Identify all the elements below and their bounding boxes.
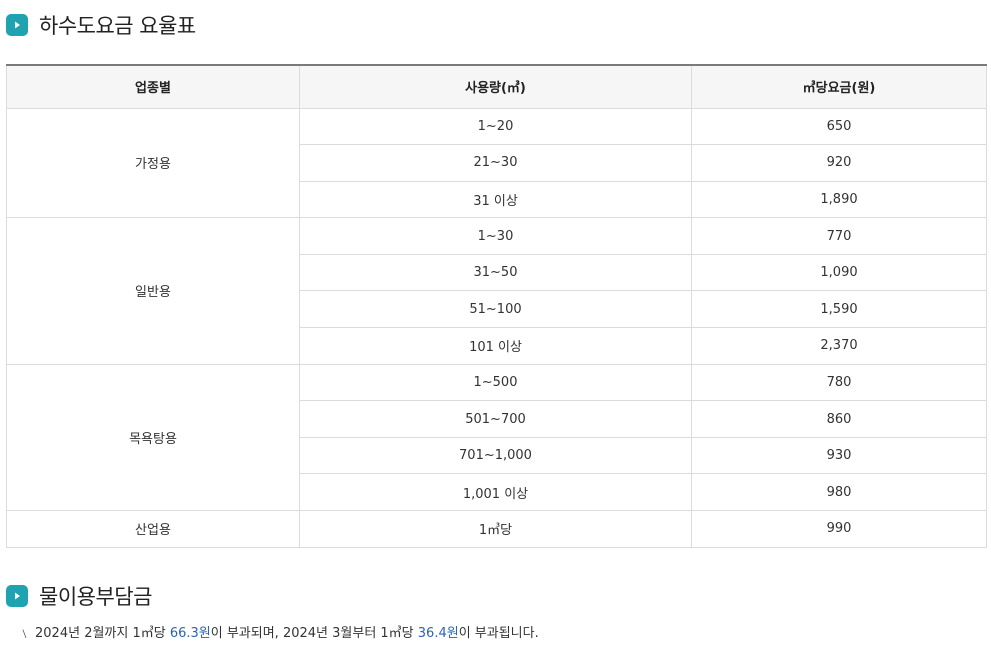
- category-cell: 산업용: [6, 510, 300, 548]
- table-row: 가정용 1~20 650: [6, 107, 987, 219]
- section-title-sewage-rates: 하수도요금 요율표: [6, 10, 196, 40]
- rate-cell: 2,370: [691, 327, 987, 365]
- rate-cell: 770: [691, 217, 987, 255]
- category-cell: 목욕탕용: [6, 363, 300, 512]
- rate-cell: 1,890: [691, 180, 987, 219]
- table-header-row: 업종별 사용량(㎥) ㎥당요금(원): [6, 64, 987, 109]
- page-title: 하수도요금 요율표: [39, 14, 196, 38]
- section-title-water-charge: 물이용부담금: [6, 581, 152, 611]
- rate-cell: 1,590: [691, 290, 987, 329]
- usage-cell: 1~30: [299, 217, 692, 255]
- note-text-3: 이 부과됩니다.: [458, 626, 539, 641]
- usage-cell: 31 이상: [299, 180, 692, 219]
- usage-cell: 21~30: [299, 144, 692, 182]
- rate-cell: 920: [691, 144, 987, 182]
- rate-cell: 990: [691, 510, 987, 548]
- rate-cell: 930: [691, 436, 987, 475]
- sewage-rate-table: 업종별 사용량(㎥) ㎥당요금(원) 가정용 1~20 650 21~30 920 31 …: [6, 64, 987, 548]
- charge-value-from-mar: 36.4원: [417, 626, 459, 641]
- rate-cell: 1,090: [691, 253, 987, 292]
- note-text-2: 이 부과되며, 2024년 3월부터 1㎥당: [210, 626, 418, 641]
- play-triangle-icon: [6, 14, 28, 36]
- rate-cell: 650: [691, 107, 987, 146]
- header-category: 업종별: [6, 64, 300, 109]
- bullet-mark: ﹨: [18, 626, 32, 641]
- usage-cell: 101 이상: [299, 327, 692, 365]
- usage-cell: 701~1,000: [299, 436, 692, 475]
- usage-cell: 1㎥당: [299, 510, 692, 548]
- rate-cell: 860: [691, 400, 987, 438]
- rate-cell: 780: [691, 363, 987, 402]
- charge-value-until-feb: 66.3원: [169, 626, 211, 641]
- header-rate: ㎥당요금(원): [691, 64, 987, 109]
- play-triangle-icon: [6, 585, 28, 607]
- usage-cell: 51~100: [299, 290, 692, 329]
- header-usage: 사용량(㎥): [299, 64, 692, 109]
- usage-cell: 31~50: [299, 253, 692, 292]
- note-text-1: 2024년 2월까지 1㎥당: [35, 626, 170, 641]
- usage-cell: 1~20: [299, 107, 692, 146]
- usage-cell: 1~500: [299, 363, 692, 402]
- category-cell: 가정용: [6, 107, 300, 219]
- water-charge-note: ﹨ 2024년 2월까지 1㎥당 66.3원이 부과되며, 2024년 3월부터 …: [18, 622, 539, 641]
- table-row: 산업용 1㎥당 990: [6, 510, 987, 548]
- category-cell: 일반용: [6, 217, 300, 365]
- usage-cell: 501~700: [299, 400, 692, 438]
- table-row: 목욕탕용 1~500 780: [6, 363, 987, 512]
- rate-cell: 980: [691, 473, 987, 512]
- table-row: 일반용 1~30 770: [6, 217, 987, 365]
- section-heading: 물이용부담금: [39, 585, 152, 609]
- usage-cell: 1,001 이상: [299, 473, 692, 512]
